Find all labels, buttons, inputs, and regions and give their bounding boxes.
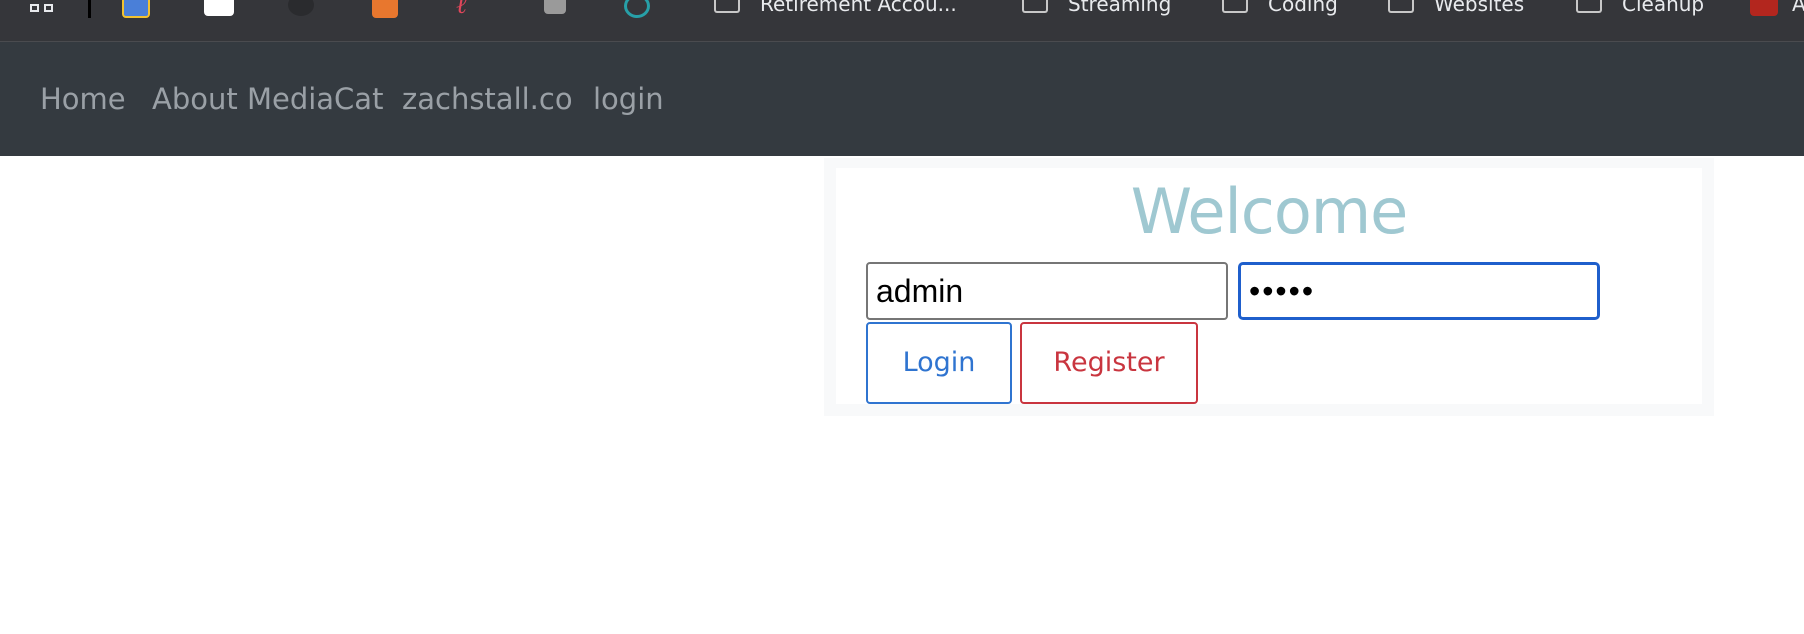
nav-link-zachstall[interactable]: zachstall.co xyxy=(402,82,573,116)
bookmarks-bar: ℓ Retirement Accou... Streaming Coding W… xyxy=(0,0,1804,42)
bookmark-folder-label: Cleanup xyxy=(1622,0,1705,16)
bookmark-folder-cleanup[interactable]: Cleanup xyxy=(1576,0,1704,18)
folder-icon xyxy=(1388,0,1414,13)
bookmark-folder-label: Retirement Accou... xyxy=(760,0,957,16)
nav-link-about[interactable]: About MediaCat xyxy=(152,82,383,116)
red-script-favicon[interactable]: ℓ xyxy=(456,0,484,18)
register-button[interactable]: Register xyxy=(1020,322,1198,404)
bookmark-folder-streaming[interactable]: Streaming xyxy=(1022,0,1171,18)
nav-link-login[interactable]: login xyxy=(593,82,664,116)
login-panel: Welcome Login Register xyxy=(824,158,1714,416)
folder-icon xyxy=(1222,0,1248,13)
folder-icon xyxy=(1576,0,1602,13)
login-card: Welcome Login Register xyxy=(836,168,1702,404)
bookmarks-separator xyxy=(88,0,91,18)
bookmark-folder-retirement[interactable]: Retirement Accou... xyxy=(714,0,957,18)
folder-icon xyxy=(1022,0,1048,13)
amazon-favicon[interactable] xyxy=(204,0,234,16)
welcome-heading: Welcome xyxy=(1130,175,1409,248)
username-input[interactable] xyxy=(866,262,1228,320)
bookmark-folder-websites[interactable]: Websites xyxy=(1388,0,1524,18)
nav-link-home[interactable]: Home xyxy=(40,82,126,116)
bookmark-folder-label: Coding xyxy=(1268,0,1338,16)
login-button[interactable]: Login xyxy=(866,322,1012,404)
dark-circle-favicon[interactable] xyxy=(288,0,314,16)
bookmark-label: A xyxy=(1792,0,1804,16)
folder-icon xyxy=(714,0,740,13)
orange-box-favicon[interactable] xyxy=(372,0,398,18)
bookmark-folder-label: Websites xyxy=(1434,0,1525,16)
site-navbar: Home About MediaCat zachstall.co login xyxy=(0,42,1804,156)
bookmark-pdf-item[interactable]: A xyxy=(1750,0,1804,18)
teal-circle-favicon[interactable] xyxy=(624,0,650,18)
bookmark-folder-label: Streaming xyxy=(1068,0,1172,16)
apps-grid-icon[interactable] xyxy=(30,0,56,14)
pdf-icon xyxy=(1750,0,1778,16)
password-input[interactable] xyxy=(1238,262,1600,320)
bookmark-folder-coding[interactable]: Coding xyxy=(1222,0,1338,18)
grey-cube-favicon[interactable] xyxy=(544,0,566,14)
calendar-favicon[interactable] xyxy=(122,0,150,18)
